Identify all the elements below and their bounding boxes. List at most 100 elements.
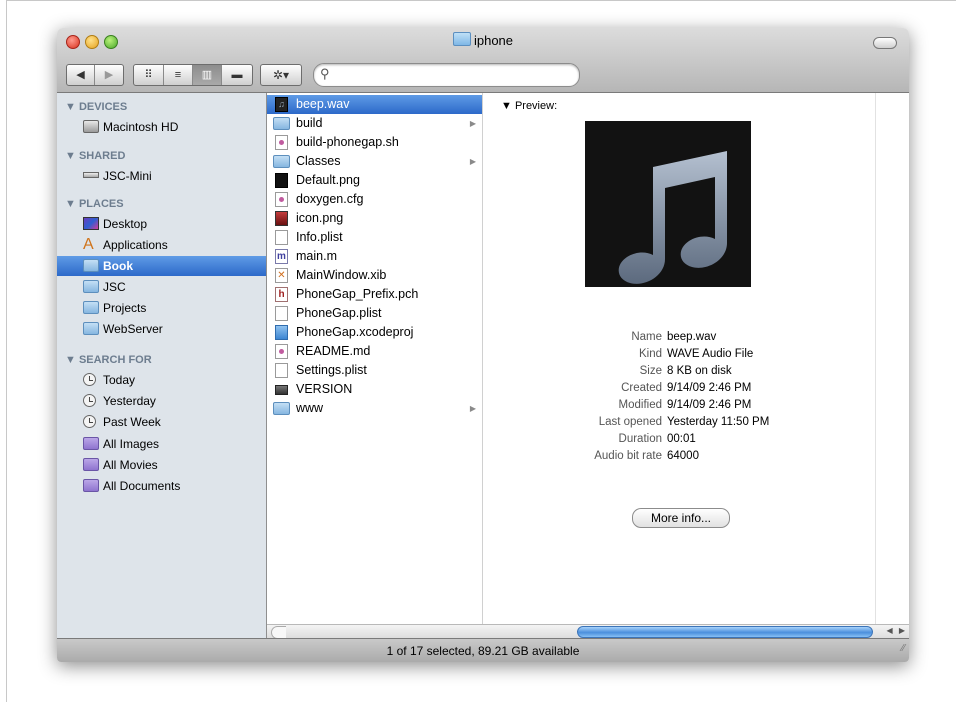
status-text: 1 of 17 selected, 89.21 GB available bbox=[386, 644, 580, 658]
icon-view-button[interactable]: ⠿ bbox=[134, 65, 164, 85]
sidebar-item-label: Yesterday bbox=[103, 394, 156, 408]
file-row-beep-wav[interactable]: ♫ beep.wav bbox=[267, 95, 482, 114]
scrollbar-thumb[interactable] bbox=[577, 626, 873, 638]
info-key: Size bbox=[639, 365, 662, 377]
desktop-icon bbox=[83, 217, 99, 230]
file-name: build bbox=[296, 116, 323, 130]
sidebar-heading-places[interactable]: ▼ PLACES bbox=[65, 198, 124, 210]
file-row-build-phonegap-sh[interactable]: build-phonegap.sh bbox=[267, 133, 482, 152]
file-row-icon-png[interactable]: icon.png bbox=[267, 209, 482, 228]
file-row-classes[interactable]: Classes ▶ bbox=[267, 152, 482, 171]
sidebar-item-label: Past Week bbox=[103, 415, 161, 429]
folder-icon bbox=[83, 301, 99, 314]
folder-icon bbox=[452, 32, 471, 46]
file-row-phonegap-xcodeproj[interactable]: PhoneGap.xcodeproj bbox=[267, 323, 482, 342]
sidebar-item-label: WebServer bbox=[103, 322, 163, 336]
disclosure-arrow-icon: ▶ bbox=[469, 119, 476, 128]
folder-icon bbox=[273, 117, 290, 130]
sidebar-item-label: Projects bbox=[103, 301, 147, 315]
info-value: 9/14/09 2:46 PM bbox=[667, 399, 752, 411]
sidebar-item-desktop[interactable]: Desktop bbox=[57, 214, 266, 234]
preview-heading[interactable]: ▼ Preview: bbox=[501, 100, 557, 112]
smart-folder-icon bbox=[83, 479, 99, 492]
sidebar-item-projects[interactable]: Projects bbox=[57, 298, 266, 318]
sidebar-item-macintosh-hd[interactable]: Macintosh HD bbox=[57, 117, 266, 137]
info-row-created: Created 9/14/09 2:46 PM bbox=[483, 380, 875, 397]
sidebar-item-all-documents[interactable]: All Documents bbox=[57, 476, 266, 496]
more-info-button[interactable]: More info... bbox=[632, 508, 730, 528]
back-button[interactable]: ◀ bbox=[67, 65, 95, 85]
sidebar-item-label: Applications bbox=[103, 238, 168, 252]
sidebar-item-jsc[interactable]: JSC bbox=[57, 277, 266, 297]
sidebar-item-webserver[interactable]: WebServer bbox=[57, 319, 266, 339]
file-name: icon.png bbox=[296, 211, 344, 225]
file-row-default-png[interactable]: Default.png bbox=[267, 171, 482, 190]
file-row-settings-plist[interactable]: Settings.plist bbox=[267, 361, 482, 380]
column-view-button[interactable]: ▥ bbox=[193, 65, 222, 85]
info-key: Modified bbox=[618, 399, 662, 411]
file-row-version[interactable]: VERSION bbox=[267, 380, 482, 399]
file-name: PhoneGap.xcodeproj bbox=[296, 325, 414, 339]
file-row-phonegap-prefix-pch[interactable]: h PhoneGap_Prefix.pch bbox=[267, 285, 482, 304]
search-field[interactable]: ⚲ bbox=[313, 63, 580, 87]
sidebar-item-all-images[interactable]: All Images bbox=[57, 434, 266, 454]
file-row-phonegap-plist[interactable]: PhoneGap.plist bbox=[267, 304, 482, 323]
sidebar-item-book[interactable]: Book bbox=[57, 256, 266, 276]
sidebar-item-today[interactable]: Today bbox=[57, 370, 266, 390]
sidebar-item-all-movies[interactable]: All Movies bbox=[57, 455, 266, 475]
document-icon bbox=[275, 306, 288, 321]
page-border-left bbox=[6, 0, 7, 702]
back-forward-control: ◀ ▶ bbox=[66, 64, 124, 86]
file-name: Settings.plist bbox=[296, 363, 367, 377]
sidebar-item-label: Book bbox=[103, 259, 133, 273]
file-row-info-plist[interactable]: Info.plist bbox=[267, 228, 482, 247]
file-row-mainwindow-xib[interactable]: ✕ MainWindow.xib bbox=[267, 266, 482, 285]
forward-button[interactable]: ▶ bbox=[95, 65, 123, 85]
sidebar-item-applications[interactable]: A Applications bbox=[57, 235, 266, 255]
file-name: README.md bbox=[296, 344, 371, 358]
sidebar-heading-search-for[interactable]: ▼ SEARCH FOR bbox=[65, 354, 152, 366]
sidebar-item-label: All Movies bbox=[103, 458, 158, 472]
file-name: beep.wav bbox=[296, 97, 350, 111]
info-value: Yesterday 11:50 PM bbox=[667, 416, 770, 428]
toolbar-toggle-button[interactable] bbox=[873, 37, 897, 49]
horizontal-scrollbar[interactable]: ◀ ▶ bbox=[267, 624, 909, 639]
cover-flow-button[interactable]: ▬ bbox=[222, 65, 252, 85]
scroll-arrows-icon[interactable]: ◀ ▶ bbox=[886, 626, 907, 635]
executable-icon bbox=[275, 385, 288, 395]
gear-icon: ✲▾ bbox=[272, 68, 290, 82]
list-view-button[interactable]: ≡ bbox=[164, 65, 193, 85]
mac-mini-icon bbox=[83, 172, 99, 178]
action-menu-button[interactable]: ✲▾ bbox=[260, 64, 302, 86]
sidebar-item-label: JSC bbox=[103, 280, 126, 294]
sidebar-item-yesterday[interactable]: Yesterday bbox=[57, 391, 266, 411]
info-row-size: Size 8 KB on disk bbox=[483, 363, 875, 380]
file-name: MainWindow.xib bbox=[296, 268, 387, 282]
info-value: 64000 bbox=[667, 450, 699, 462]
xib-file-icon: ✕ bbox=[275, 268, 288, 283]
info-row-audio-bit-rate: Audio bit rate 64000 bbox=[483, 448, 875, 465]
hard-drive-icon bbox=[83, 120, 99, 133]
script-file-icon bbox=[275, 135, 288, 150]
applications-icon: A bbox=[83, 236, 94, 253]
info-key: Created bbox=[621, 382, 662, 394]
script-file-icon bbox=[275, 192, 288, 207]
objc-source-icon: m bbox=[275, 249, 288, 264]
resize-grip-icon[interactable]: ⁄⁄ bbox=[902, 637, 905, 661]
page-border-top bbox=[6, 0, 956, 1]
search-input[interactable] bbox=[336, 66, 575, 84]
file-row-readme-md[interactable]: README.md bbox=[267, 342, 482, 361]
file-row-main-m[interactable]: m main.m bbox=[267, 247, 482, 266]
document-icon bbox=[275, 363, 288, 378]
info-key: Kind bbox=[638, 348, 662, 360]
file-name: Info.plist bbox=[296, 230, 343, 244]
sidebar-heading-devices[interactable]: ▼ DEVICES bbox=[65, 101, 127, 113]
smart-folder-icon bbox=[83, 437, 99, 450]
empty-column: II bbox=[875, 93, 909, 638]
sidebar-item-past-week[interactable]: Past Week bbox=[57, 412, 266, 432]
file-row-build[interactable]: build ▶ bbox=[267, 114, 482, 133]
sidebar-heading-shared[interactable]: ▼ SHARED bbox=[65, 150, 125, 162]
file-row-doxygen-cfg[interactable]: doxygen.cfg bbox=[267, 190, 482, 209]
sidebar-item-jsc-mini[interactable]: JSC-Mini bbox=[57, 166, 266, 186]
file-row-www[interactable]: www ▶ bbox=[267, 399, 482, 418]
